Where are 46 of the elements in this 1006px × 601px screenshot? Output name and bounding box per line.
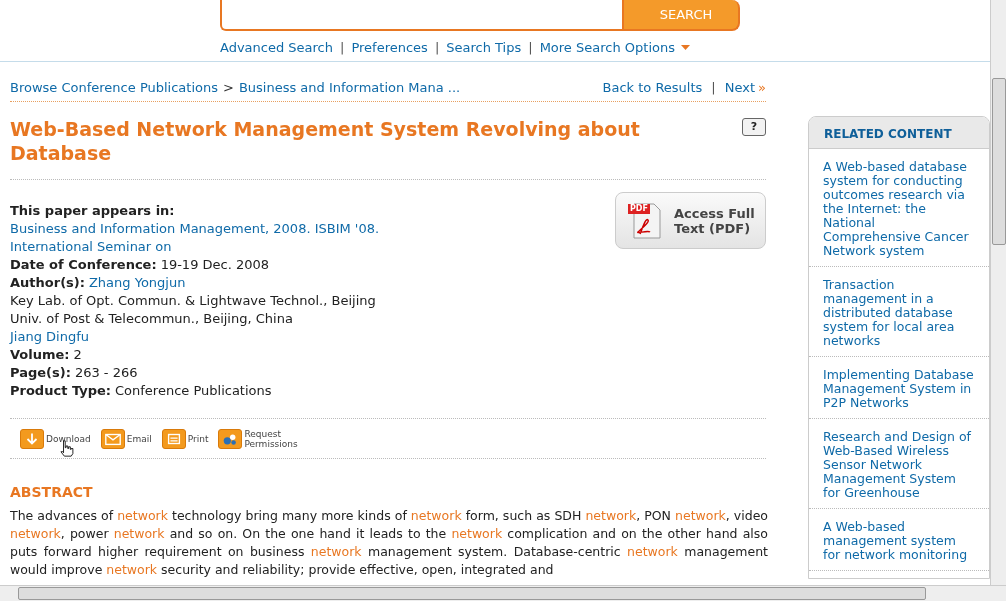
meta-text: Key Lab. of Opt. Commun. & Lightwave Technol., Beijing — [10, 292, 377, 310]
author-link[interactable]: Zhang Yongjun — [88, 274, 186, 292]
search-link[interactable]: Search Tips — [446, 38, 522, 58]
meta-value: 19-19 Dec. 2008 — [160, 256, 270, 274]
help-button[interactable]: ? — [742, 118, 766, 136]
search-link[interactable]: More Search Options — [539, 38, 675, 58]
meta-label: Page(s): — [10, 364, 71, 382]
meta-heading: This paper appears in: — [10, 202, 176, 220]
meta-label: Volume: — [10, 346, 70, 364]
meta-link[interactable]: Business and Information Management, 2008. ISBIM '08. International Seminar on — [10, 220, 380, 256]
breadcrumb-link[interactable]: Business and Information Mana ... — [238, 77, 461, 98]
meta-value: 263 - 266 — [74, 364, 138, 382]
related-link[interactable]: Implementing Database Management System in P2P Networks — [823, 368, 975, 410]
meta-label: Product Type: — [10, 382, 111, 400]
meta-value: Conference Publications — [115, 382, 272, 400]
related-link[interactable]: A Web-based management system for network monitoring — [823, 520, 975, 562]
abstract-text: The advances of network technology bring many more kinds of network form, such as SDH network, PON network, video network, power network and so on. On the one hand it leads to the network complication and on the other hand also puts forward higher requirement on business network management system. Database-centric network management would improve network security and reliability; provide effective, open, integrated and — [10, 507, 768, 579]
back-to-results-link[interactable]: Back to Results — [602, 77, 703, 98]
link-separator: | — [711, 78, 716, 97]
meta-text: Univ. of Post & Telecommun., Beijing, China — [10, 310, 294, 328]
related-link[interactable]: Transaction management in a distributed database system for local area networks — [823, 278, 975, 348]
pdf-badge: PDF — [628, 203, 650, 214]
action-button[interactable]: Email — [100, 428, 152, 449]
search-link[interactable]: Advanced Search — [220, 38, 333, 58]
article-title: Web-Based Network Management System Revolving about Database — [10, 117, 641, 165]
meta-label: Author(s): — [10, 274, 85, 292]
breadcrumb-separator: > — [223, 78, 234, 97]
action-button[interactable]: Print — [161, 428, 209, 449]
pdf-button-label: Access Full Text (PDF) — [674, 205, 756, 236]
meta-label: Date of Conference: — [10, 256, 157, 274]
action-button[interactable]: Download — [20, 428, 91, 449]
meta-value: 2 — [73, 346, 82, 364]
next-arrows: » — [758, 78, 766, 97]
meta-link[interactable]: Jiang Dingfu — [10, 328, 380, 346]
breadcrumb-link[interactable]: Browse Conference Publications — [10, 77, 218, 98]
related-content-title: RELATED CONTENT — [809, 117, 989, 149]
related-link[interactable]: A Web-based database system for conducting outcomes research via the Internet: the National Comprehensive Cancer Network system — [823, 160, 975, 258]
action-button[interactable]: Request Permissions — [218, 428, 298, 449]
pdf-button[interactable]: PDF Access Full Text (PDF) — [615, 192, 766, 249]
related-link[interactable]: Research and Design of Web-Based Wireless Sensor Network Management System for Greenhouse — [823, 430, 975, 500]
next-link[interactable]: Next — [724, 77, 756, 98]
search-link[interactable]: Preferences — [351, 38, 428, 58]
link-separator: | — [528, 39, 533, 57]
abstract-heading: ABSTRACT — [10, 483, 94, 501]
link-separator: | — [434, 39, 440, 57]
link-separator: | — [340, 39, 345, 57]
